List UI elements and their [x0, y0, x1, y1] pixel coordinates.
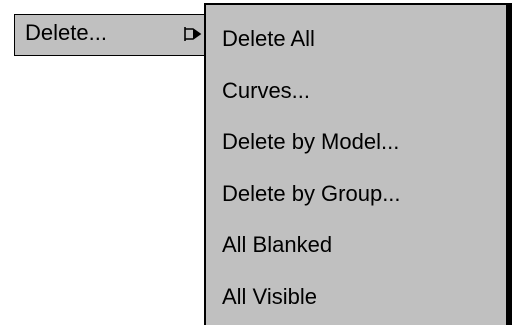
submenu-list: Delete All Curves... Delete by Model... … — [222, 23, 401, 332]
submenu-item-delete-by-model[interactable]: Delete by Model... — [222, 126, 401, 178]
delete-submenu: Delete All Curves... Delete by Model... … — [204, 3, 512, 325]
submenu-item-delete-all[interactable]: Delete All — [222, 23, 401, 75]
menu-item-label: Delete... — [25, 20, 107, 46]
submenu-arrow-icon — [183, 25, 203, 43]
submenu-item-curves[interactable]: Curves... — [222, 75, 401, 127]
submenu-item-delete-by-group[interactable]: Delete by Group... — [222, 178, 401, 230]
menu-item-delete[interactable]: Delete... — [14, 14, 206, 56]
submenu-item-all-blanked[interactable]: All Blanked — [222, 229, 401, 281]
submenu-item-all-visible[interactable]: All Visible — [222, 281, 401, 332]
